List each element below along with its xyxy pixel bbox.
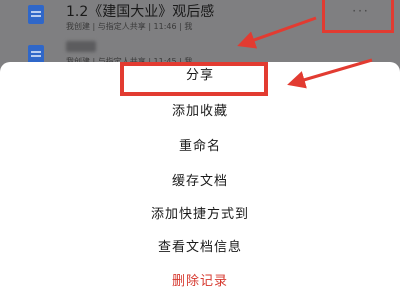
arrow-to-share — [287, 58, 373, 89]
annotation-arrows — [237, 16, 373, 89]
arrow-to-more-button — [237, 16, 317, 49]
